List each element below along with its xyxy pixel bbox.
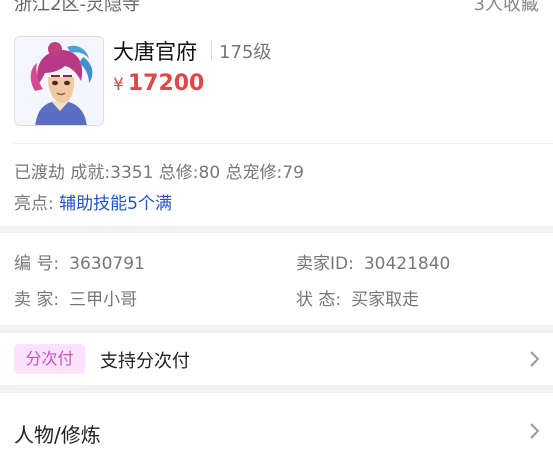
installment-label: 支持分次付	[100, 351, 190, 372]
order-number-label: 编 号:	[14, 254, 60, 274]
seller-value: 三甲小哥	[69, 290, 138, 310]
trade-info: 编 号: 3630791 卖家ID: 30421840 卖 家: 三甲小哥 状 态: 买…	[0, 233, 553, 325]
chevron-right-icon	[530, 351, 540, 367]
seller-label: 卖 家:	[14, 290, 60, 310]
role-highlight: 亮点: 辅助技能5个满	[14, 189, 172, 214]
installment-row[interactable]: 分次付 支持分次付	[0, 333, 553, 385]
title-divider	[211, 40, 212, 60]
role-level: 175级	[219, 42, 272, 63]
status-label: 状 态:	[296, 290, 342, 310]
order-number: 编 号: 3630791	[14, 249, 145, 274]
seller-id-label: 卖家ID:	[296, 254, 354, 274]
seller: 卖 家: 三甲小哥	[14, 285, 137, 310]
trade-status: 状 态: 买家取走	[296, 285, 419, 310]
highlight-value: 辅助技能5个满	[59, 194, 172, 214]
status-value: 买家取走	[351, 290, 420, 310]
chevron-right-icon	[530, 423, 540, 439]
role-card: 大唐官府 175级 ¥17200 已渡劫 成就:3351 总修:80 总宠修:7…	[0, 14, 553, 226]
highlight-label: 亮点:	[14, 194, 54, 214]
top-bar: 浙江2区-灵隐寺 3人收藏	[0, 0, 553, 14]
role-stats: 已渡劫 成就:3351 总修:80 总宠修:79	[14, 163, 304, 183]
character-cultivation-label: 人物/修炼	[14, 423, 101, 447]
role-school-name: 大唐官府	[113, 40, 197, 64]
order-number-value: 3630791	[69, 254, 145, 274]
character-avatar[interactable]	[14, 36, 104, 126]
seller-id: 卖家ID: 30421840	[296, 249, 450, 274]
currency-symbol: ¥	[113, 75, 124, 95]
seller-id-value: 30421840	[363, 254, 451, 274]
server-name: 浙江2区-灵隐寺	[14, 0, 140, 14]
favorite-count[interactable]: 3人收藏	[474, 0, 539, 14]
character-cultivation-row[interactable]: 人物/修炼	[0, 393, 553, 449]
divider	[14, 143, 553, 144]
character-portrait-icon	[15, 37, 103, 125]
installment-badge: 分次付	[14, 344, 85, 374]
price: ¥17200	[113, 71, 204, 96]
price-value: 17200	[127, 71, 205, 96]
